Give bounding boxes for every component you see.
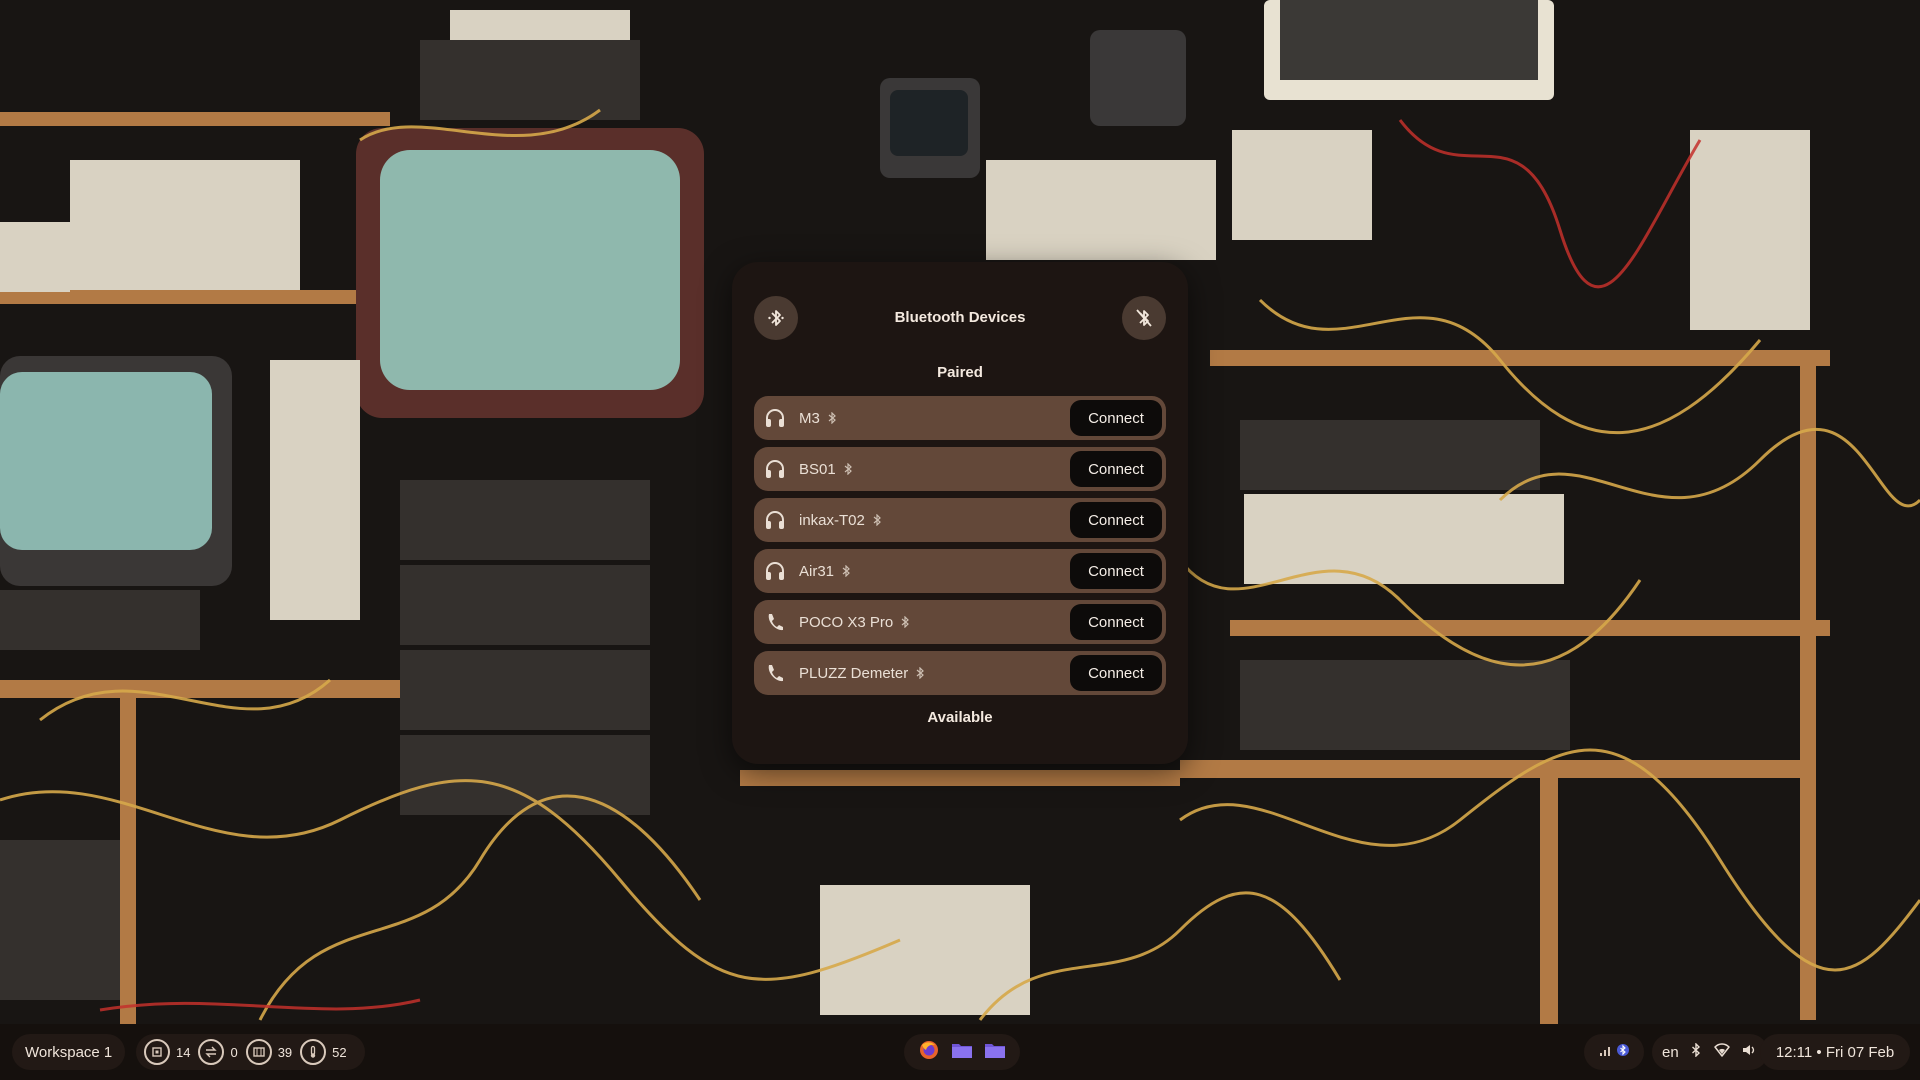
memory-icon — [245, 1039, 272, 1065]
keyboard-layout[interactable]: en — [1662, 1044, 1679, 1061]
bluetooth-small-icon — [900, 616, 910, 628]
bluetooth-status-icon[interactable] — [1690, 1042, 1702, 1061]
temperature-value: 52 — [332, 1044, 347, 1060]
system-stats[interactable]: 14 0 39 52 — [136, 1034, 365, 1070]
headphones-icon — [764, 407, 786, 429]
connect-button[interactable]: Connect — [1070, 655, 1162, 691]
swap-value: 0 — [230, 1044, 238, 1060]
device-name: Air31 — [799, 562, 835, 580]
swap-icon — [198, 1039, 225, 1065]
device-name: POCO X3 Pro — [799, 613, 894, 631]
connect-button[interactable]: Connect — [1070, 604, 1162, 640]
bluetooth-small-icon — [915, 667, 925, 679]
device-row: PLUZZ Demeter Connect — [754, 651, 1166, 695]
device-row: inkax-T02 Connect — [754, 498, 1166, 542]
bluetooth-small-icon — [843, 463, 853, 475]
connect-button[interactable]: Connect — [1070, 502, 1162, 538]
bluetooth-devices-panel: Bluetooth Devices Paired M3 Connect BS01… — [732, 262, 1188, 764]
workspace-indicator[interactable]: Workspace 1 — [12, 1034, 126, 1070]
connect-button[interactable]: Connect — [1070, 553, 1162, 589]
connect-button[interactable]: Connect — [1070, 400, 1162, 436]
volume-icon[interactable] — [1742, 1043, 1758, 1061]
system-tray — [1584, 1034, 1644, 1070]
wifi-icon[interactable] — [1714, 1043, 1730, 1061]
clock[interactable]: 12:11 • Fri 07 Feb — [1760, 1034, 1910, 1070]
cpu-value: 14 — [176, 1044, 191, 1060]
bluetooth-icon — [768, 310, 784, 326]
panel-title: Bluetooth Devices — [894, 309, 1026, 326]
headphones-icon — [764, 509, 786, 531]
bluetooth-small-icon — [841, 565, 851, 577]
bluetooth-off-icon — [1136, 309, 1152, 327]
device-row: Air31 Connect — [754, 549, 1166, 593]
panel-header: Bluetooth Devices — [754, 296, 1166, 340]
bluetooth-disable-button[interactable] — [1122, 296, 1166, 340]
device-name: PLUZZ Demeter — [799, 664, 909, 682]
memory-value: 39 — [277, 1044, 293, 1060]
headphones-icon — [764, 560, 786, 582]
taskbar: Workspace 1 14 0 39 52 en 12:11 • Fri 07… — [0, 1024, 1920, 1080]
cpu-icon — [144, 1039, 170, 1065]
bluetooth-small-icon — [872, 514, 882, 526]
device-name: M3 — [799, 409, 820, 427]
folder-icon[interactable] — [984, 1040, 1006, 1064]
paired-device-list: M3 Connect BS01 Connect inkax-T02 Connec… — [754, 396, 1166, 702]
phone-icon — [764, 611, 786, 633]
phone-icon — [764, 662, 786, 684]
paired-section-label: Paired — [937, 364, 983, 381]
device-row: BS01 Connect — [754, 447, 1166, 491]
app-dock — [904, 1034, 1020, 1070]
firefox-icon[interactable] — [918, 1039, 940, 1065]
temperature-icon — [300, 1039, 327, 1065]
folder-icon[interactable] — [951, 1040, 973, 1064]
headphones-icon — [764, 458, 786, 480]
bluetooth-tray-icon[interactable] — [1617, 1043, 1629, 1061]
quick-settings[interactable]: en — [1652, 1034, 1768, 1070]
device-row: POCO X3 Pro Connect — [754, 600, 1166, 644]
device-name: inkax-T02 — [799, 511, 865, 529]
device-name: BS01 — [799, 460, 836, 478]
signal-bars-icon[interactable] — [1599, 1044, 1611, 1061]
connect-button[interactable]: Connect — [1070, 451, 1162, 487]
bluetooth-toggle-button[interactable] — [754, 296, 798, 340]
device-row: M3 Connect — [754, 396, 1166, 440]
bluetooth-small-icon — [827, 412, 837, 424]
available-section-label: Available — [927, 709, 993, 726]
